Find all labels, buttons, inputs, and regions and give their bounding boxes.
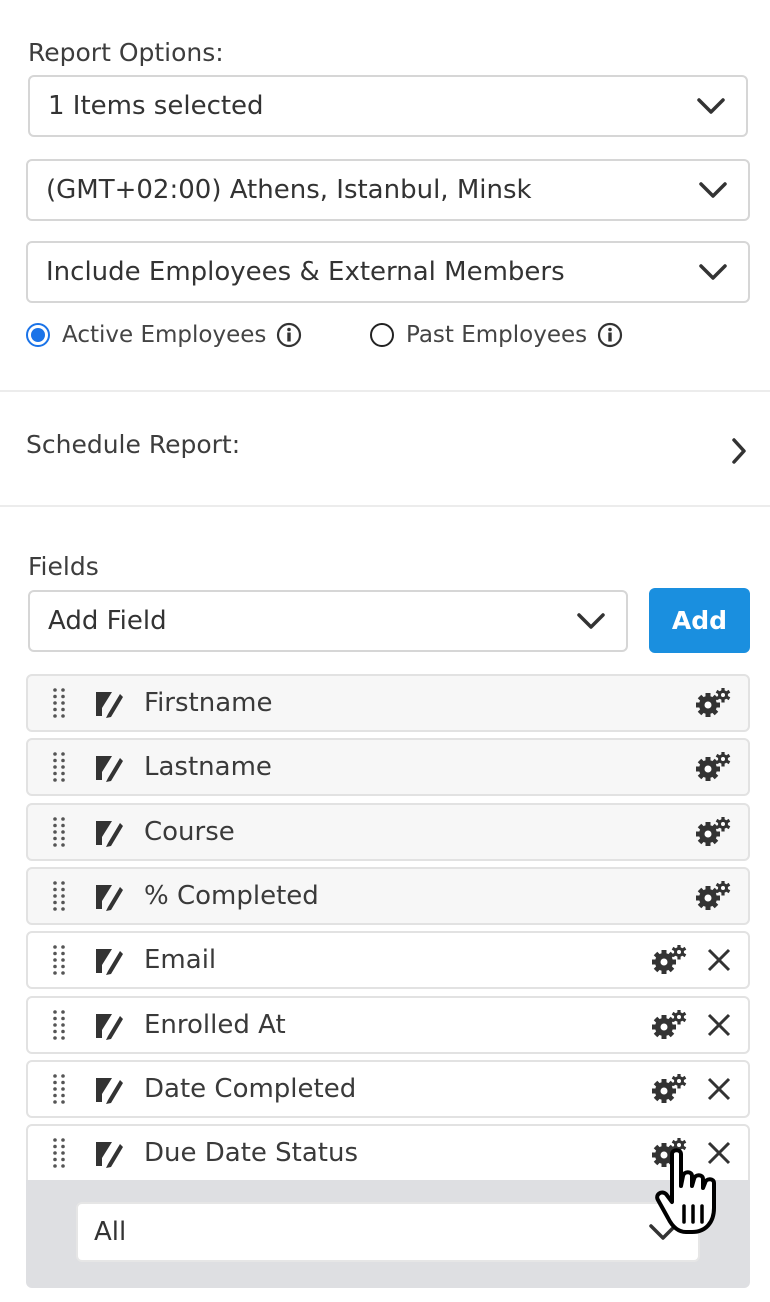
items-select-value: 1 Items selected [48, 91, 264, 121]
chevron-down-icon [699, 264, 727, 280]
field-name: % Completed [144, 880, 319, 911]
chevron-down-icon [699, 182, 727, 198]
field-name: Enrolled At [144, 1009, 286, 1040]
field-row[interactable]: Lastname [26, 738, 750, 797]
drag-handle-icon[interactable] [52, 1073, 66, 1105]
edit-icon[interactable] [94, 881, 124, 911]
timezone-select[interactable]: (GMT+02:00) Athens, Istanbul, Minsk [26, 159, 750, 221]
members-select-value: Include Employees & External Members [46, 257, 565, 287]
gears-icon[interactable] [650, 1009, 688, 1040]
field-name: Firstname [144, 688, 273, 718]
field-row[interactable]: Firstname [26, 674, 750, 732]
close-icon[interactable] [706, 1076, 732, 1102]
past-employees-radio[interactable] [370, 323, 394, 347]
chevron-down-icon [577, 613, 605, 629]
gears-icon[interactable] [694, 816, 732, 847]
edit-icon[interactable] [94, 1138, 124, 1169]
schedule-report-label[interactable]: Schedule Report: [26, 430, 240, 459]
edit-icon[interactable] [94, 1074, 124, 1104]
report-options-label: Report Options: [28, 38, 224, 67]
field-name: Lastname [144, 752, 272, 783]
edit-icon[interactable] [94, 817, 124, 847]
gears-icon[interactable] [694, 751, 732, 782]
active-employees-radio[interactable] [26, 323, 50, 347]
info-icon[interactable] [597, 322, 623, 348]
gears-icon[interactable] [694, 880, 732, 911]
section-divider [0, 390, 770, 392]
section-divider [0, 505, 770, 507]
field-row[interactable]: Date Completed [26, 1059, 750, 1118]
field-name: Due Date Status [144, 1138, 359, 1169]
drag-handle-icon[interactable] [52, 751, 66, 783]
field-row[interactable]: Email [26, 931, 750, 990]
close-icon[interactable] [706, 947, 732, 973]
fields-label: Fields [28, 552, 99, 581]
drag-handle-icon[interactable] [52, 944, 66, 976]
gears-icon[interactable] [650, 1073, 688, 1104]
due-date-status-filter-panel: All [26, 1180, 750, 1288]
edit-icon[interactable] [94, 688, 124, 718]
chevron-right-icon[interactable] [730, 436, 748, 466]
field-row[interactable]: Due Date Status [26, 1124, 750, 1183]
field-name: Email [144, 945, 217, 976]
hand-cursor-icon [655, 1148, 716, 1234]
drag-handle-icon[interactable] [52, 816, 66, 848]
edit-icon[interactable] [94, 1010, 124, 1040]
close-icon[interactable] [706, 1012, 732, 1038]
due-date-status-filter-select[interactable]: All [76, 1202, 700, 1262]
active-employees-label: Active Employees [62, 322, 267, 348]
edit-icon[interactable] [94, 752, 124, 783]
drag-handle-icon[interactable] [52, 687, 66, 719]
field-row[interactable]: Enrolled At [26, 995, 750, 1054]
add-field-select[interactable]: Add Field [28, 590, 628, 652]
past-employees-label: Past Employees [406, 322, 588, 348]
field-name: Date Completed [144, 1073, 357, 1104]
drag-handle-icon[interactable] [52, 1009, 66, 1041]
field-row[interactable]: Course [26, 802, 750, 861]
chevron-down-icon [697, 98, 725, 114]
filter-select-value: All [94, 1217, 127, 1247]
drag-handle-icon[interactable] [52, 880, 66, 912]
drag-handle-icon[interactable] [52, 1137, 66, 1169]
members-select[interactable]: Include Employees & External Members [26, 241, 750, 303]
gears-icon[interactable] [694, 687, 732, 718]
items-select[interactable]: 1 Items selected [28, 75, 748, 137]
gears-icon[interactable] [650, 944, 688, 975]
add-field-button[interactable]: Add [649, 588, 750, 653]
timezone-select-value: (GMT+02:00) Athens, Istanbul, Minsk [46, 175, 532, 205]
edit-icon[interactable] [94, 945, 124, 976]
past-employees-option[interactable]: Past Employees [370, 322, 623, 348]
info-icon[interactable] [276, 322, 302, 348]
add-field-placeholder: Add Field [48, 606, 167, 636]
active-employees-option[interactable]: Active Employees [26, 322, 302, 348]
field-name: Course [144, 816, 235, 847]
field-row[interactable]: % Completed [26, 866, 750, 925]
